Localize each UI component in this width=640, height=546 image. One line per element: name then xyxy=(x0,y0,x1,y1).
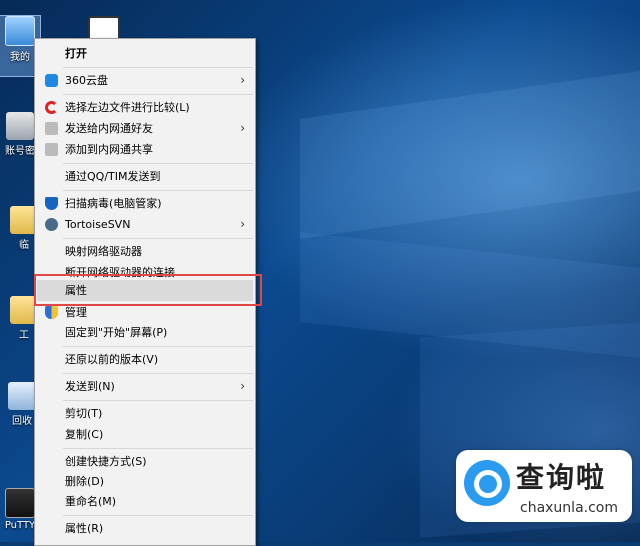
menu-item-scan-virus[interactable]: 扫描病毒(电脑管家) xyxy=(37,193,253,214)
menu-item-label: 还原以前的版本(V) xyxy=(65,353,159,366)
menu-item-label: 发送给内网通好友 xyxy=(65,122,153,135)
menu-item-copy[interactable]: 复制(C) xyxy=(37,424,253,445)
menu-item-label: 固定到"开始"屏幕(P) xyxy=(65,326,168,339)
menu-item-label: TortoiseSVN xyxy=(65,218,131,231)
chevron-right-icon: › xyxy=(240,73,245,87)
desktop-icon-label: 我的 xyxy=(10,52,30,63)
menu-item-properties[interactable]: 属性(R) xyxy=(37,518,253,539)
desktop-icon-label: 工 xyxy=(19,330,29,341)
share-icon xyxy=(45,122,58,135)
menu-separator xyxy=(63,94,253,95)
chevron-right-icon: › xyxy=(240,379,245,393)
menu-item-label: 复制(C) xyxy=(65,428,104,441)
menu-item-label: 管理 xyxy=(65,306,87,319)
menu-separator xyxy=(63,373,253,374)
menu-separator xyxy=(63,346,253,347)
menu-item-label: 通过QQ/TIM发送到 xyxy=(65,170,161,183)
menu-item-label: 添加到内网通共享 xyxy=(65,143,153,156)
menu-item-send-qq-tim[interactable]: 通过QQ/TIM发送到 xyxy=(37,166,253,187)
menu-separator xyxy=(63,515,253,516)
menu-item-label: 剪切(T) xyxy=(65,407,103,420)
menu-item-label: 创建快捷方式(S) xyxy=(65,455,147,468)
menu-separator xyxy=(63,238,253,239)
menu-separator xyxy=(63,67,253,68)
menu-item-restore-previous[interactable]: 还原以前的版本(V) xyxy=(37,349,253,370)
menu-item-send-to[interactable]: 发送到(N) › xyxy=(37,376,253,397)
menu-separator xyxy=(63,400,253,401)
menu-separator xyxy=(63,190,253,191)
chaxunla-watermark: 查询啦 chaxunla.com xyxy=(456,450,632,522)
desktop-icon-label: 账号密 xyxy=(5,146,35,157)
menu-item-label: 打开 xyxy=(65,47,87,60)
menu-item-label: 属性(R) xyxy=(65,522,104,535)
menu-separator xyxy=(63,448,253,449)
chevron-right-icon: › xyxy=(240,121,245,135)
recycle-bin-icon xyxy=(8,382,36,410)
watermark-title: 查询啦 xyxy=(516,461,607,494)
chevron-right-icon: › xyxy=(240,217,245,231)
menu-item-delete[interactable]: 删除(D) xyxy=(37,471,253,492)
menu-item-label: 选择左边文件进行比较(L) xyxy=(65,101,190,114)
menu-separator xyxy=(63,163,253,164)
watermark-url: chaxunla.com xyxy=(520,500,618,516)
shield-scan-icon xyxy=(45,197,58,210)
desktop-icon-label: 临 xyxy=(19,240,29,251)
menu-item-send-intranet-friend[interactable]: 发送给内网通好友 › xyxy=(37,118,253,139)
menu-item-label: 发送到(N) xyxy=(65,380,115,393)
menu-item-label: 扫描病毒(电脑管家) xyxy=(65,197,162,210)
menu-item-map-network-drive[interactable]: 映射网络驱动器 xyxy=(37,241,253,262)
menu-item-360-cloud[interactable]: 360云盘 › xyxy=(37,70,253,91)
menu-item-add-intranet-share[interactable]: 添加到内网通共享 xyxy=(37,139,253,160)
putty-icon xyxy=(5,488,35,518)
uac-shield-icon xyxy=(45,306,58,319)
wallpaper-light-beam xyxy=(300,71,640,239)
desktop-icon-label: PuTTY xyxy=(4,520,36,531)
cloud-icon xyxy=(45,74,58,87)
red-highlight-box xyxy=(34,274,262,306)
menu-item-tortoisesvn[interactable]: TortoiseSVN › xyxy=(37,214,253,235)
menu-item-pin-to-start[interactable]: 固定到"开始"屏幕(P) xyxy=(37,322,253,343)
computer-icon xyxy=(5,16,35,46)
user-account-icon xyxy=(6,112,34,140)
share-icon xyxy=(45,143,58,156)
chaxunla-logo-icon xyxy=(464,460,510,506)
menu-item-compare[interactable]: 选择左边文件进行比较(L) xyxy=(37,97,253,118)
menu-item-create-shortcut[interactable]: 创建快捷方式(S) xyxy=(37,451,253,472)
menu-item-label: 360云盘 xyxy=(65,74,108,87)
menu-item-cut[interactable]: 剪切(T) xyxy=(37,403,253,424)
tortoise-icon xyxy=(45,218,58,231)
menu-item-label: 映射网络驱动器 xyxy=(65,245,142,258)
menu-item-label: 重命名(M) xyxy=(65,495,117,508)
menu-item-rename[interactable]: 重命名(M) xyxy=(37,491,253,512)
desktop-icon-label: 回收 xyxy=(12,416,32,427)
menu-item-open[interactable]: 打开 xyxy=(37,43,253,64)
compare-arrow-icon xyxy=(45,101,58,114)
menu-item-label: 删除(D) xyxy=(65,475,105,488)
